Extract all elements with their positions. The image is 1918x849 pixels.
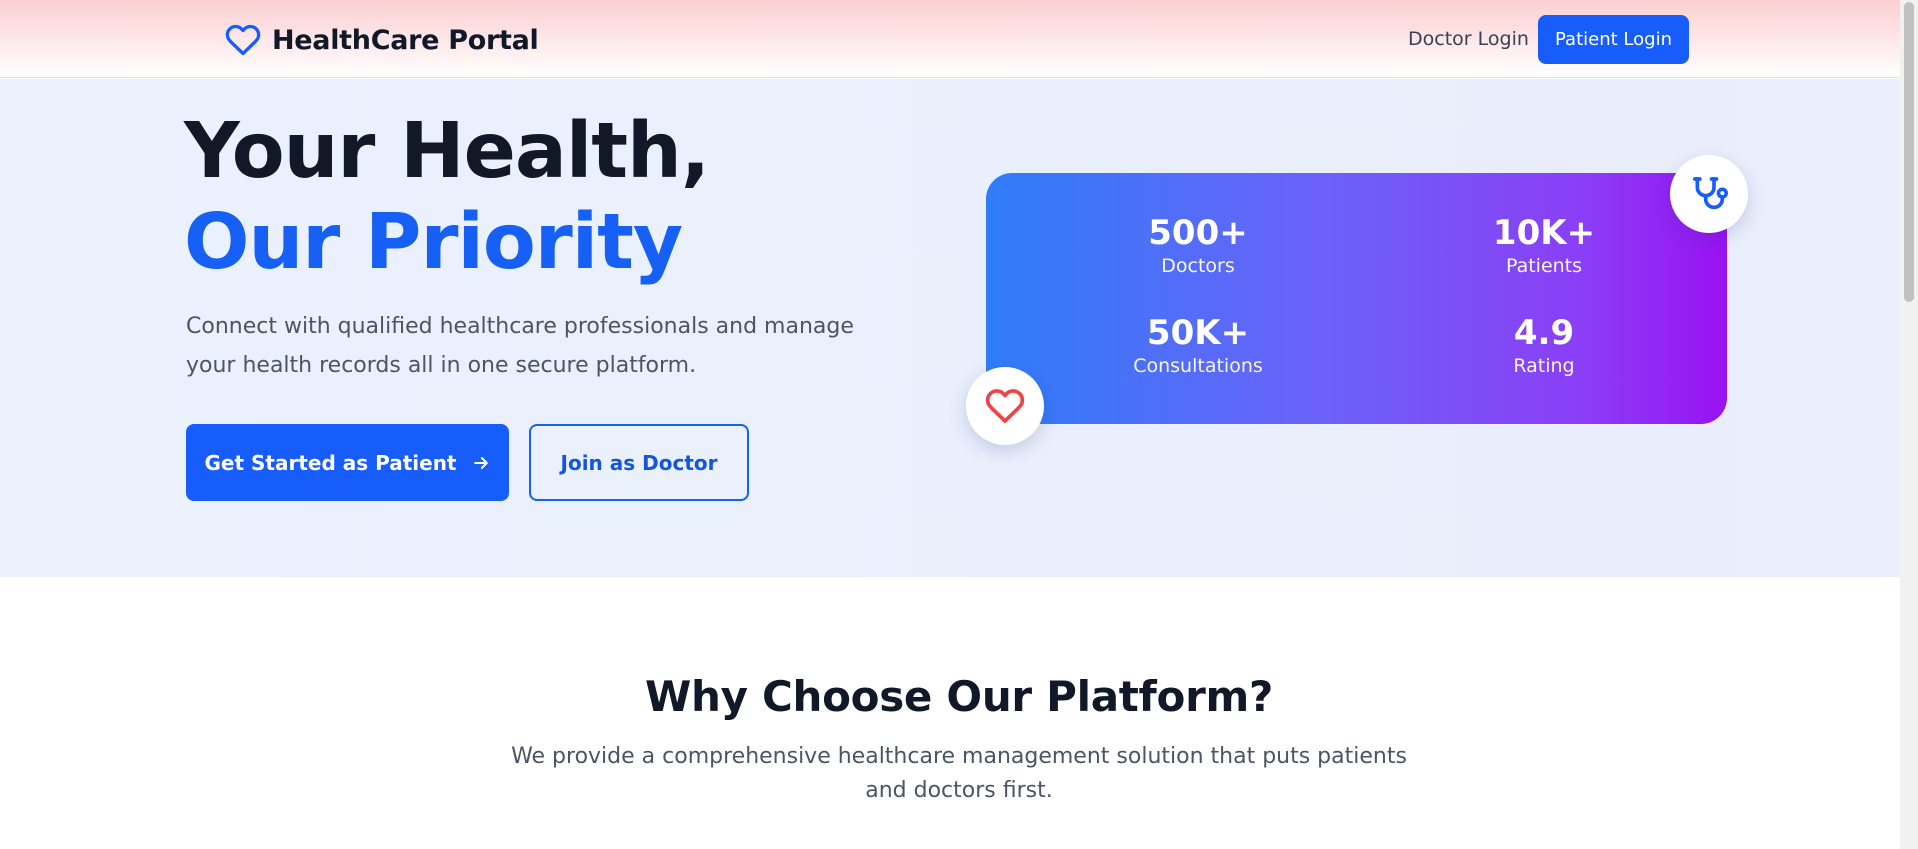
why-choose-title: Why Choose Our Platform? [644, 672, 1274, 721]
stat-value: 4.9 [1513, 313, 1575, 353]
stat-rating: 4.9 Rating [1414, 313, 1674, 379]
stat-consultations: 50K+ Consultations [1068, 313, 1328, 379]
stats-card: 500+ Doctors 10K+ Patients 50K+ Consulta… [986, 173, 1727, 424]
hero-title-main: Your Health, [184, 107, 710, 196]
heart-icon [225, 24, 261, 56]
get-started-patient-button[interactable]: Get Started as Patient [186, 424, 509, 501]
stat-label: Rating [1513, 355, 1575, 377]
heart-badge [966, 367, 1044, 445]
page-scrollbar[interactable] [1900, 0, 1918, 849]
stat-value: 10K+ [1492, 213, 1596, 253]
join-as-doctor-button[interactable]: Join as Doctor [529, 424, 749, 501]
hero-section: Your Health, Our Priority Connect with q… [0, 79, 1900, 577]
doctor-login-link[interactable]: Doctor Login [1408, 28, 1529, 50]
stat-value: 500+ [1148, 213, 1248, 253]
patient-login-button[interactable]: Patient Login [1538, 15, 1689, 64]
hero-title: Your Health, Our Priority [184, 106, 844, 288]
stethoscope-icon [1693, 177, 1729, 210]
stat-doctors: 500+ Doctors [1068, 213, 1328, 279]
hero-description: Connect with qualified healthcare profes… [186, 314, 854, 378]
stethoscope-badge [1670, 155, 1748, 233]
stat-label: Doctors [1161, 255, 1235, 277]
get-started-label: Get Started as Patient [204, 450, 457, 475]
arrow-right-icon [473, 456, 488, 469]
page: HealthCare Portal Doctor Login Patient L… [0, 0, 1918, 849]
scrollbar-thumb[interactable] [1904, 2, 1914, 302]
stat-value: 50K+ [1146, 313, 1250, 353]
stat-label: Consultations [1133, 355, 1263, 377]
heart-icon [985, 389, 1025, 423]
brand[interactable]: HealthCare Portal [224, 22, 539, 58]
stat-label: Patients [1505, 255, 1583, 277]
top-navbar: HealthCare Portal Doctor Login Patient L… [0, 0, 1900, 78]
hero-title-accent: Our Priority [184, 198, 683, 287]
why-choose-description: We provide a comprehensive healthcare ma… [511, 744, 1407, 803]
brand-name: HealthCare Portal [272, 24, 539, 56]
stat-patients: 10K+ Patients [1414, 213, 1674, 279]
